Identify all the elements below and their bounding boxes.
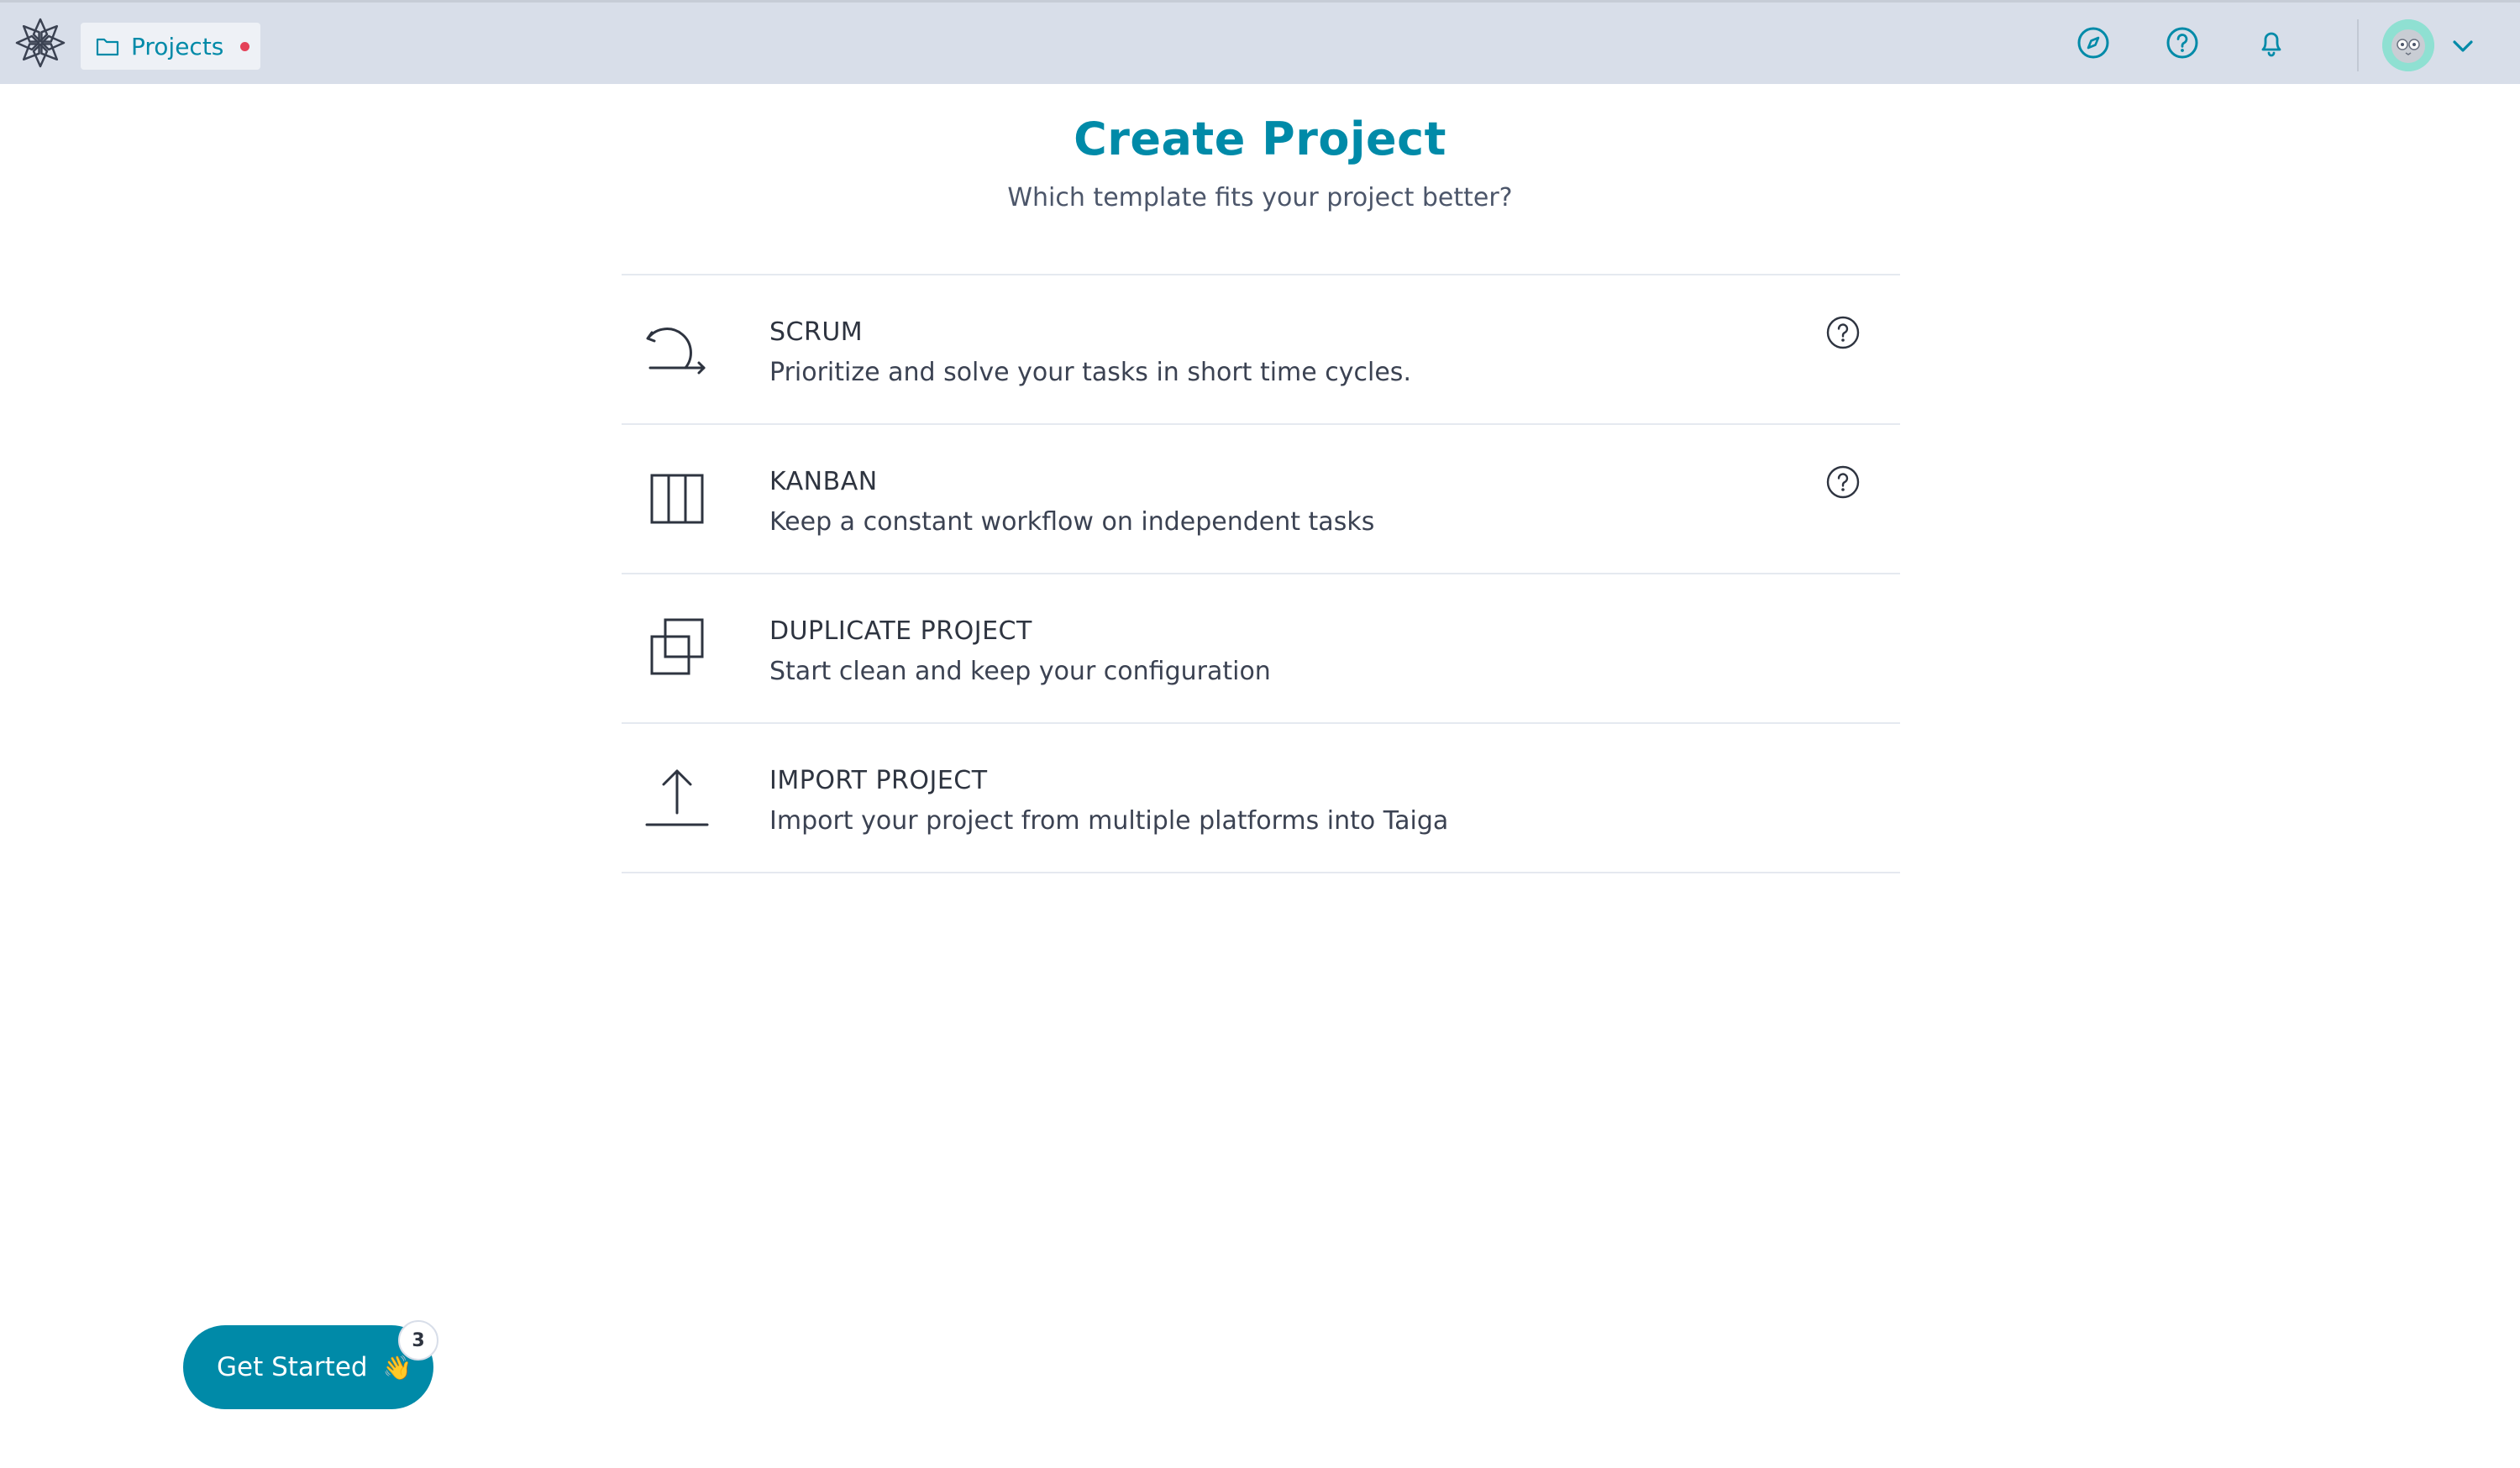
kanban-columns-icon	[642, 464, 712, 534]
help-icon[interactable]	[1823, 462, 1863, 502]
option-title: IMPORT PROJECT	[769, 766, 988, 795]
get-started-button[interactable]: Get Started 👋	[183, 1325, 433, 1409]
get-started-label: Get Started	[217, 1352, 368, 1382]
user-avatar[interactable]	[2382, 19, 2434, 71]
option-kanban[interactable]: KANBAN Keep a constant workflow on indep…	[622, 425, 1900, 574]
notification-dot	[240, 41, 250, 51]
duplicate-icon	[642, 613, 712, 684]
help-icon[interactable]	[1823, 312, 1863, 353]
cycle-arrow-icon	[642, 314, 712, 385]
option-description: Start clean and keep your configuration	[769, 657, 1271, 686]
taiga-logo-icon[interactable]	[12, 14, 69, 71]
bell-icon[interactable]	[2253, 24, 2290, 61]
page-subtitle: Which template fits your project better?	[1007, 183, 1513, 212]
page-title: Create Project	[1074, 113, 1446, 165]
option-scrum[interactable]: SCRUM Prioritize and solve your tasks in…	[622, 275, 1900, 425]
option-import-project[interactable]: IMPORT PROJECT Import your project from …	[622, 724, 1900, 873]
chevron-down-icon[interactable]	[2446, 33, 2480, 60]
folder-icon	[96, 38, 119, 56]
help-circle-icon[interactable]	[2164, 24, 2201, 61]
option-title: DUPLICATE PROJECT	[769, 616, 1032, 646]
compass-icon[interactable]	[2075, 24, 2112, 61]
option-title: KANBAN	[769, 467, 878, 496]
project-template-list: SCRUM Prioritize and solve your tasks in…	[622, 274, 1900, 873]
projects-label: Projects	[131, 32, 224, 60]
header-divider	[2357, 19, 2359, 71]
get-started-count-badge: 3	[398, 1320, 438, 1361]
upload-icon	[642, 763, 712, 833]
projects-menu-button[interactable]: Projects	[81, 23, 260, 70]
option-description: Import your project from multiple platfo…	[769, 806, 1449, 836]
option-duplicate-project[interactable]: DUPLICATE PROJECT Start clean and keep y…	[622, 574, 1900, 724]
top-navigation-bar: Projects	[0, 0, 2520, 84]
option-description: Keep a constant workflow on independent …	[769, 507, 1375, 537]
option-title: SCRUM	[769, 317, 864, 347]
option-description: Prioritize and solve your tasks in short…	[769, 358, 1411, 387]
